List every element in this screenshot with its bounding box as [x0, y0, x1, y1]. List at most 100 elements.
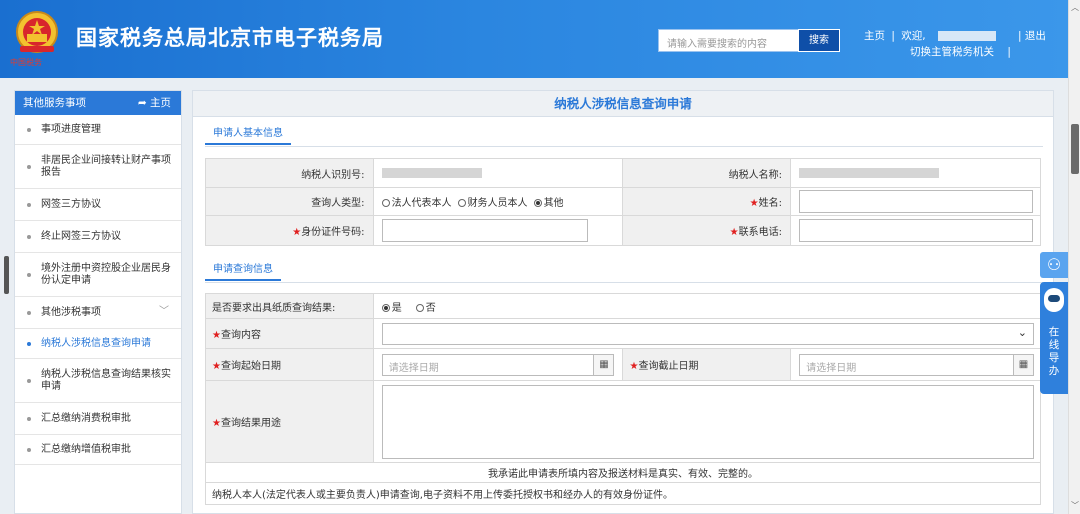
sidebar-item-label: 汇总缴纳增值税审批	[41, 443, 131, 455]
national-emblem-icon	[16, 11, 58, 53]
logout-link[interactable]: | 退出	[1018, 28, 1046, 43]
sidebar-item-label: 纳税人涉税信息查询结果核实申请	[41, 368, 171, 392]
sidebar-item-label: 汇总缴纳消费税审批	[41, 412, 131, 424]
sidebar-item-indirect-transfer[interactable]: 非居民企业间接转让财产事项报告	[15, 145, 181, 189]
paper-result-label: 是否要求出具纸质查询结果:	[205, 293, 374, 319]
end-date-picker[interactable]: 请选择日期 ▦	[799, 353, 1034, 376]
radio-circle-selected	[533, 199, 542, 207]
purpose-label: ★查询结果用途	[205, 380, 374, 463]
robot-avatar-icon	[1044, 288, 1064, 312]
separator: |	[1007, 46, 1011, 58]
search-button[interactable]: 搜索	[798, 29, 840, 52]
radio-other[interactable]: 其他	[533, 194, 564, 209]
id-number-label: ★身份证件号码:	[205, 215, 374, 246]
sidebar-item-residency[interactable]: 境外注册中资控股企业居民身份认定申请	[15, 253, 181, 297]
logout-label: 退出	[1024, 30, 1046, 42]
id-number-field[interactable]	[381, 219, 588, 242]
query-content-label: ★查询内容	[205, 318, 374, 349]
online-guide-label: 在线导办	[1048, 326, 1060, 377]
start-date-label-text: 查询起始日期	[220, 361, 281, 372]
radio-finance-staff[interactable]: 财务人员本人	[457, 194, 528, 209]
required-mark: ★	[212, 330, 221, 341]
tab-applicant-info[interactable]: 申请人基本信息	[205, 123, 291, 145]
taxpayer-id-value	[372, 158, 624, 188]
sidebar-item-label: 终止网签三方协议	[41, 230, 121, 242]
bullet-icon	[27, 272, 31, 277]
phone-label-text: 联系电话:	[738, 227, 783, 238]
sidebar-item-tripartite[interactable]: 网签三方协议	[15, 189, 181, 221]
home-link[interactable]: 主页	[864, 30, 885, 42]
scrollbar-thumb[interactable]	[1071, 124, 1079, 174]
sidebar-item-info-query[interactable]: 纳税人涉税信息查询申请	[15, 329, 181, 359]
bullet-icon	[27, 416, 31, 421]
sidebar-item-vat[interactable]: 汇总缴纳增值税审批	[15, 435, 181, 465]
chevron-down-icon: ﹀	[159, 305, 169, 317]
scroll-down-icon[interactable]: ﹀	[1070, 500, 1080, 511]
bullet-icon	[27, 310, 31, 315]
calendar-icon[interactable]: ▦	[593, 354, 614, 375]
sidebar-item-terminate-tripartite[interactable]: 终止网签三方协议	[15, 221, 181, 253]
radio-circle	[457, 199, 466, 207]
bullet-icon	[27, 378, 31, 383]
radio-paper-no[interactable]: 否	[415, 299, 436, 314]
phone-field[interactable]	[799, 219, 1034, 242]
user-name-redacted	[937, 31, 996, 41]
separator: |	[1018, 30, 1025, 42]
online-guide-button[interactable]: 在线导办	[1040, 282, 1068, 394]
bullet-icon	[27, 447, 31, 452]
query-content-select[interactable]: ⌄	[381, 322, 1034, 345]
id-number-cell	[372, 215, 624, 246]
end-date-cell: 请选择日期 ▦	[790, 348, 1041, 381]
sidebar-home-label: 主页	[150, 97, 171, 109]
query-content-cell: ⌄	[372, 318, 1042, 349]
radio-legal-rep[interactable]: 法人代表本人	[381, 194, 452, 209]
start-date-picker[interactable]: 请选择日期 ▦	[381, 353, 615, 376]
separator: |	[891, 30, 895, 42]
purpose-cell	[372, 380, 1042, 463]
sidebar-item-label: 网签三方协议	[41, 198, 101, 210]
name-field[interactable]	[799, 190, 1034, 213]
pledge-text: 我承诺此申请表所填内容及报送材料是真实、有效、完整的。	[205, 462, 1041, 483]
query-content-label-text: 查询内容	[220, 330, 261, 341]
purpose-textarea[interactable]	[381, 384, 1034, 459]
sidebar-title: 其他服务事项	[23, 97, 86, 109]
radio-circle	[415, 303, 424, 312]
search-input[interactable]: 请输入需要搜索的内容	[658, 29, 798, 52]
taxpayer-id-label: 纳税人识别号:	[205, 158, 374, 188]
radio-circle	[381, 199, 390, 207]
radio-paper-yes[interactable]: 是	[381, 299, 402, 314]
sidebar-item-consumption-tax[interactable]: 汇总缴纳消费税审批	[15, 403, 181, 435]
sidebar-resize-handle[interactable]	[4, 256, 9, 294]
name-label-text: 姓名:	[758, 198, 783, 209]
divider	[205, 146, 1043, 147]
name-cell	[790, 187, 1041, 216]
bullet-icon	[27, 127, 31, 132]
sidebar-item-label: 事项进度管理	[41, 123, 101, 135]
sidebar-item-label: 纳税人涉税信息查询申请	[41, 337, 151, 349]
page-scrollbar[interactable]: ︿ ﹀	[1068, 0, 1080, 514]
date-placeholder: 请选择日期	[388, 362, 439, 374]
start-date-label: ★查询起始日期	[205, 348, 374, 381]
radio-label: 否	[425, 302, 436, 314]
sidebar-item-other[interactable]: 其他涉税事项 ﹀	[15, 297, 181, 329]
scroll-up-icon[interactable]: ︿	[1070, 2, 1080, 13]
sidebar-item-verify-query[interactable]: 纳税人涉税信息查询结果核实申请	[15, 359, 181, 403]
radio-label: 法人代表本人	[391, 198, 452, 209]
sidebar-item-label: 其他涉税事项	[41, 306, 101, 318]
sidebar-home-link[interactable]: ➦ 主页	[138, 91, 171, 115]
radio-circle-selected	[381, 303, 390, 312]
paper-result-radios: 是否	[372, 293, 1042, 319]
site-title: 国家税务总局北京市电子税务局	[76, 26, 384, 50]
bullet-icon	[27, 202, 31, 207]
name-label: ★姓名:	[622, 187, 792, 216]
sidebar-item-label: 非居民企业间接转让财产事项报告	[41, 154, 171, 178]
user-service-icon[interactable]: ⚇	[1040, 252, 1068, 278]
tab-query-info[interactable]: 申请查询信息	[205, 259, 281, 281]
id-number-label-text: 身份证件号码:	[301, 227, 365, 238]
top-header: 中国税务 国家税务总局北京市电子税务局 请输入需要搜索的内容 搜索 主页 | 欢…	[0, 0, 1068, 78]
sidebar-item-label: 境外注册中资控股企业居民身份认定申请	[41, 262, 171, 286]
redacted-value	[381, 167, 482, 178]
calendar-icon[interactable]: ▦	[1013, 354, 1033, 375]
switch-tax-office-link[interactable]: 切换主管税务机关 |	[910, 44, 1011, 59]
sidebar-item-progress[interactable]: 事项进度管理	[15, 115, 181, 145]
